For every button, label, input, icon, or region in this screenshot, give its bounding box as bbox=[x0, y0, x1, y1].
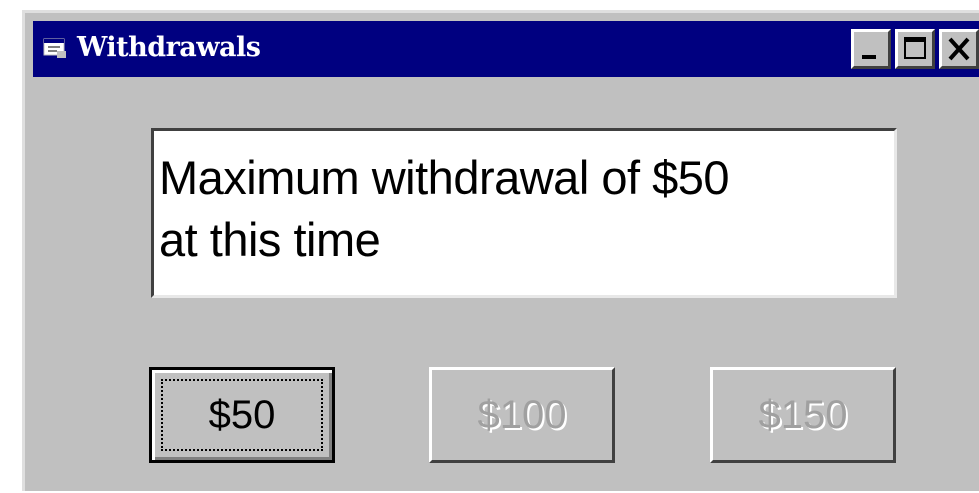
message-display: Maximum withdrawal of $50 at this time bbox=[151, 128, 897, 298]
withdraw-100-button[interactable]: $100 bbox=[429, 367, 615, 463]
message-line-1: Maximum withdrawal of $50 bbox=[159, 151, 730, 204]
maximize-button[interactable] bbox=[895, 29, 935, 69]
title-bar-controls bbox=[851, 29, 979, 69]
withdrawals-window: Withdrawals Maximum withdrawal of $50 at… bbox=[22, 10, 979, 491]
close-icon bbox=[948, 37, 970, 61]
withdraw-100-label: $100 bbox=[477, 392, 567, 437]
close-button[interactable] bbox=[939, 29, 979, 69]
withdraw-150-button[interactable]: $150 bbox=[710, 367, 896, 463]
maximize-icon bbox=[904, 37, 926, 59]
minimize-button[interactable] bbox=[851, 29, 891, 69]
title-bar[interactable]: Withdrawals bbox=[33, 21, 979, 77]
page: Withdrawals Maximum withdrawal of $50 at… bbox=[0, 0, 979, 493]
message-line-2: at this time bbox=[159, 213, 381, 266]
withdraw-50-button[interactable]: $50 bbox=[149, 367, 335, 463]
window-title: Withdrawals bbox=[77, 32, 261, 63]
app-window-icon[interactable] bbox=[43, 37, 67, 59]
minimize-icon bbox=[862, 55, 876, 59]
withdraw-150-label: $150 bbox=[758, 392, 848, 437]
withdraw-50-label: $50 bbox=[208, 392, 276, 437]
